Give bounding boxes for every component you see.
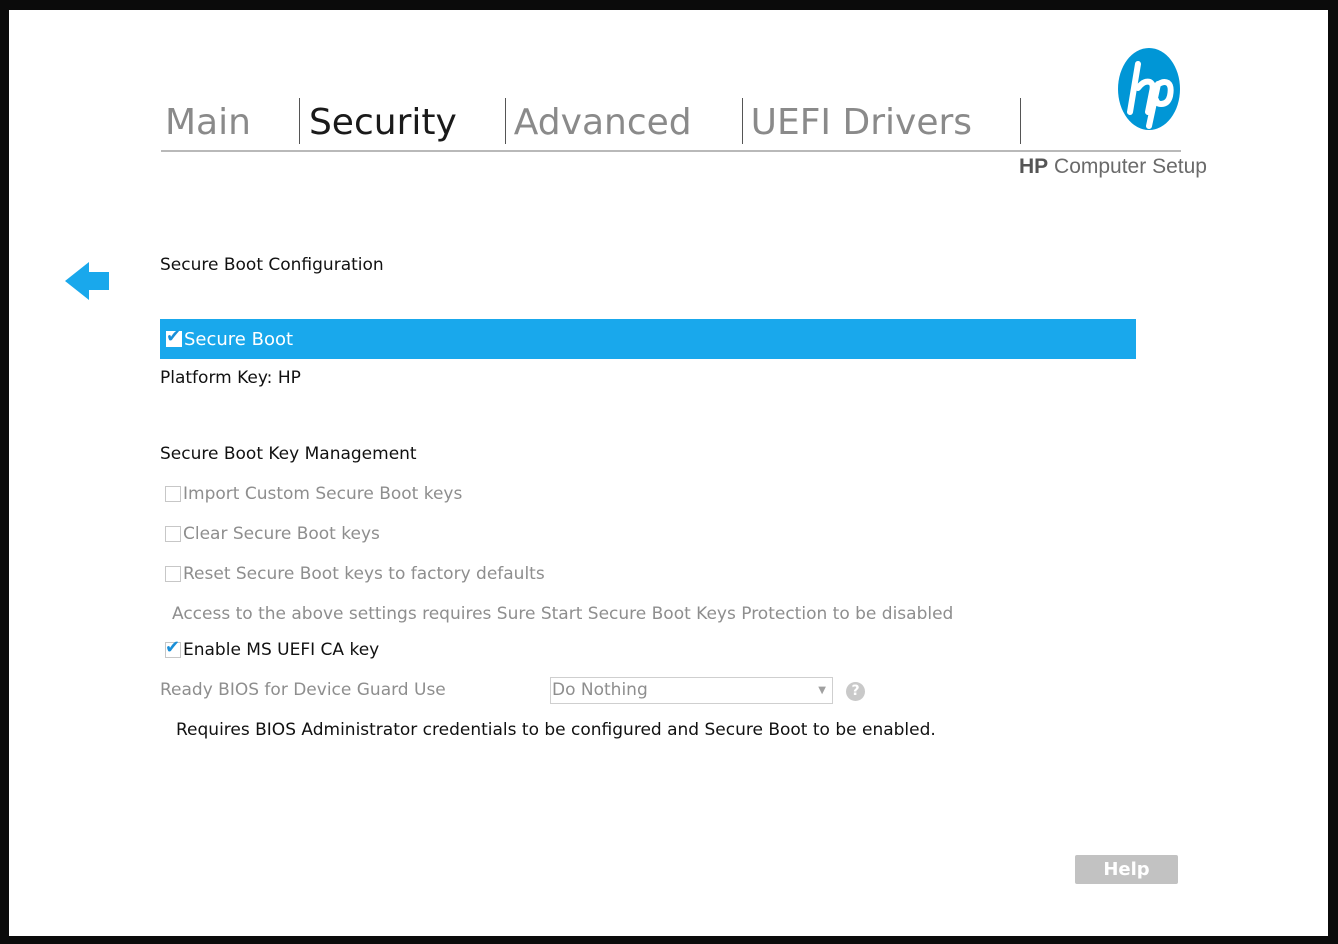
reset-keys-label: Reset Secure Boot keys to factory defaul… <box>183 564 545 584</box>
ms-uefi-ca-row[interactable]: ✔ Enable MS UEFI CA key <box>165 638 380 660</box>
question-circle-icon[interactable]: ? <box>846 682 865 701</box>
requirement-note: Requires BIOS Administrator credentials … <box>176 720 936 740</box>
tab-main[interactable]: Main <box>161 102 251 144</box>
key-management-title: Secure Boot Key Management <box>160 444 417 464</box>
clear-keys-row[interactable]: Clear Secure Boot keys <box>165 524 380 544</box>
secure-boot-label: Secure Boot <box>184 328 294 350</box>
access-note: Access to the above settings requires Su… <box>172 604 954 624</box>
checkmark-icon: ✔ <box>166 326 182 347</box>
help-button[interactable]: Help <box>1075 855 1178 884</box>
back-arrow-icon[interactable] <box>65 260 111 302</box>
checkmark-icon: ✔ <box>165 637 181 658</box>
tab-bar: Main Security Advanced UEFI Drivers <box>161 96 1022 144</box>
platform-key: Platform Key: HP <box>160 368 301 388</box>
app-brand: HP Computer Setup <box>1019 155 1207 179</box>
brand-name: Computer Setup <box>1054 155 1207 178</box>
import-keys-row[interactable]: Import Custom Secure Boot keys <box>165 484 462 504</box>
tab-separator <box>1020 98 1022 144</box>
secure-boot-row[interactable]: ✔ Secure Boot <box>160 319 1136 359</box>
tab-uefi-drivers[interactable]: UEFI Drivers <box>743 102 972 144</box>
brand-bold: HP <box>1019 155 1049 178</box>
secure-boot-checkbox[interactable]: ✔ <box>166 327 182 347</box>
tab-advanced[interactable]: Advanced <box>506 102 692 144</box>
device-guard-value: Do Nothing <box>552 680 648 700</box>
bios-screen: Main Security Advanced UEFI Drivers HP C… <box>9 10 1328 936</box>
section-title: Secure Boot Configuration <box>160 255 384 275</box>
device-guard-label: Ready BIOS for Device Guard Use <box>160 680 446 700</box>
reset-keys-checkbox[interactable] <box>165 566 181 582</box>
tab-underline <box>161 150 1181 152</box>
import-keys-label: Import Custom Secure Boot keys <box>183 484 463 504</box>
clear-keys-label: Clear Secure Boot keys <box>183 524 380 544</box>
import-keys-checkbox[interactable] <box>165 486 181 502</box>
chevron-down-icon: ▼ <box>818 685 826 696</box>
reset-keys-row[interactable]: Reset Secure Boot keys to factory defaul… <box>165 564 545 584</box>
device-guard-select[interactable]: Do Nothing ▼ <box>550 677 833 704</box>
ms-uefi-ca-checkbox[interactable]: ✔ <box>165 638 181 658</box>
ms-uefi-ca-label: Enable MS UEFI CA key <box>183 640 380 660</box>
hp-logo-icon <box>1118 48 1180 130</box>
clear-keys-checkbox[interactable] <box>165 526 181 542</box>
tab-security[interactable]: Security <box>300 102 457 144</box>
